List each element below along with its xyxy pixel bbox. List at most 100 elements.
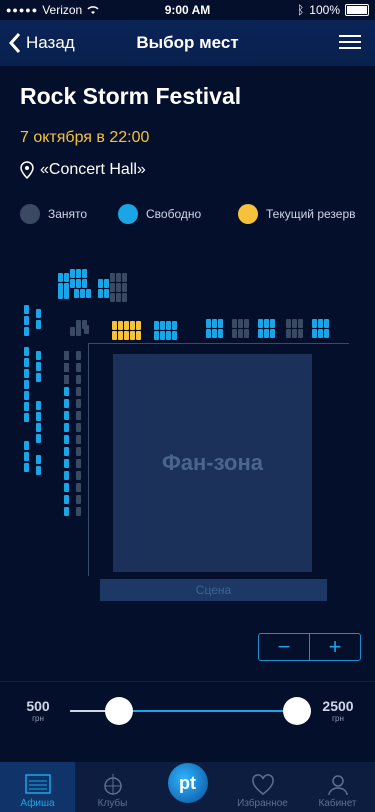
seat[interactable] (318, 319, 323, 328)
seat[interactable] (98, 289, 103, 298)
seat[interactable] (24, 369, 29, 378)
seat[interactable] (104, 279, 109, 288)
seat[interactable] (136, 321, 141, 330)
seat[interactable] (64, 471, 69, 480)
seat[interactable] (64, 447, 69, 456)
fan-zone[interactable]: Фан-зона (113, 354, 312, 572)
seat[interactable] (58, 273, 63, 282)
seat[interactable] (24, 391, 29, 400)
seat[interactable] (76, 279, 81, 288)
seat[interactable] (130, 331, 135, 340)
seat[interactable] (124, 321, 129, 330)
tab-clubs[interactable]: Клубы (75, 762, 150, 812)
seat[interactable] (258, 329, 263, 338)
seat[interactable] (160, 321, 165, 330)
seat[interactable] (112, 331, 117, 340)
seat[interactable] (76, 269, 81, 278)
seat[interactable] (36, 455, 41, 464)
price-min-handle[interactable] (105, 697, 133, 725)
seat[interactable] (64, 459, 69, 468)
seat[interactable] (24, 347, 29, 356)
seat[interactable] (64, 495, 69, 504)
seat[interactable] (64, 507, 69, 516)
seat[interactable] (324, 319, 329, 328)
seat[interactable] (212, 319, 217, 328)
seat[interactable] (118, 321, 123, 330)
seat[interactable] (154, 321, 159, 330)
seat[interactable] (206, 329, 211, 338)
menu-icon[interactable] (339, 35, 361, 51)
seat[interactable] (270, 329, 275, 338)
seat[interactable] (172, 321, 177, 330)
seat[interactable] (130, 321, 135, 330)
seat[interactable] (24, 441, 29, 450)
seat[interactable] (136, 331, 141, 340)
seat[interactable] (64, 273, 69, 282)
seat[interactable] (154, 331, 159, 340)
tab-cabinet[interactable]: Кабинет (300, 762, 375, 812)
seat[interactable] (172, 331, 177, 340)
seat[interactable] (36, 373, 41, 382)
price-max-handle[interactable] (283, 697, 311, 725)
zoom-out-button[interactable]: − (259, 634, 309, 660)
tab-afisha[interactable]: Афиша (0, 762, 75, 812)
seat[interactable] (324, 329, 329, 338)
seat[interactable] (36, 412, 41, 421)
seat[interactable] (166, 321, 171, 330)
seat[interactable] (36, 351, 41, 360)
seat[interactable] (58, 290, 63, 299)
seat[interactable] (24, 358, 29, 367)
seat[interactable] (36, 362, 41, 371)
seat[interactable] (112, 321, 117, 330)
seat[interactable] (212, 329, 217, 338)
seat[interactable] (80, 289, 85, 298)
seat[interactable] (24, 380, 29, 389)
seat[interactable] (264, 329, 269, 338)
seat[interactable] (104, 289, 109, 298)
seat[interactable] (166, 331, 171, 340)
seat[interactable] (86, 289, 91, 298)
seat[interactable] (24, 327, 29, 336)
zoom-in-button[interactable]: + (310, 634, 360, 660)
seat[interactable] (270, 319, 275, 328)
seat[interactable] (160, 331, 165, 340)
seat[interactable] (24, 452, 29, 461)
seat[interactable] (36, 320, 41, 329)
seat[interactable] (64, 423, 69, 432)
seat[interactable] (258, 319, 263, 328)
seat[interactable] (312, 319, 317, 328)
seat[interactable] (82, 269, 87, 278)
seat[interactable] (64, 483, 69, 492)
seat[interactable] (64, 387, 69, 396)
seat[interactable] (24, 463, 29, 472)
seat[interactable] (98, 279, 103, 288)
seat[interactable] (36, 423, 41, 432)
seat[interactable] (318, 329, 323, 338)
seat[interactable] (24, 402, 29, 411)
seat[interactable] (70, 269, 75, 278)
seat[interactable] (24, 316, 29, 325)
seat[interactable] (218, 319, 223, 328)
seat[interactable] (70, 279, 75, 288)
event-venue[interactable]: «Concert Hall» (20, 161, 146, 179)
tab-favorites[interactable]: Избранное (225, 762, 300, 812)
seat[interactable] (64, 399, 69, 408)
seat[interactable] (218, 329, 223, 338)
seat[interactable] (24, 305, 29, 314)
seat[interactable] (206, 319, 211, 328)
seat-map[interactable]: Фан-зона Сцена (0, 255, 375, 615)
seat[interactable] (64, 435, 69, 444)
seat[interactable] (74, 289, 79, 298)
seat[interactable] (82, 279, 87, 288)
seat[interactable] (36, 434, 41, 443)
seat[interactable] (36, 466, 41, 475)
seat[interactable] (118, 331, 123, 340)
seat[interactable] (64, 411, 69, 420)
seat[interactable] (312, 329, 317, 338)
seat[interactable] (264, 319, 269, 328)
seat[interactable] (124, 331, 129, 340)
seat[interactable] (36, 401, 41, 410)
tab-home-logo[interactable]: pt (150, 762, 225, 812)
seat[interactable] (64, 290, 69, 299)
seat[interactable] (24, 413, 29, 422)
